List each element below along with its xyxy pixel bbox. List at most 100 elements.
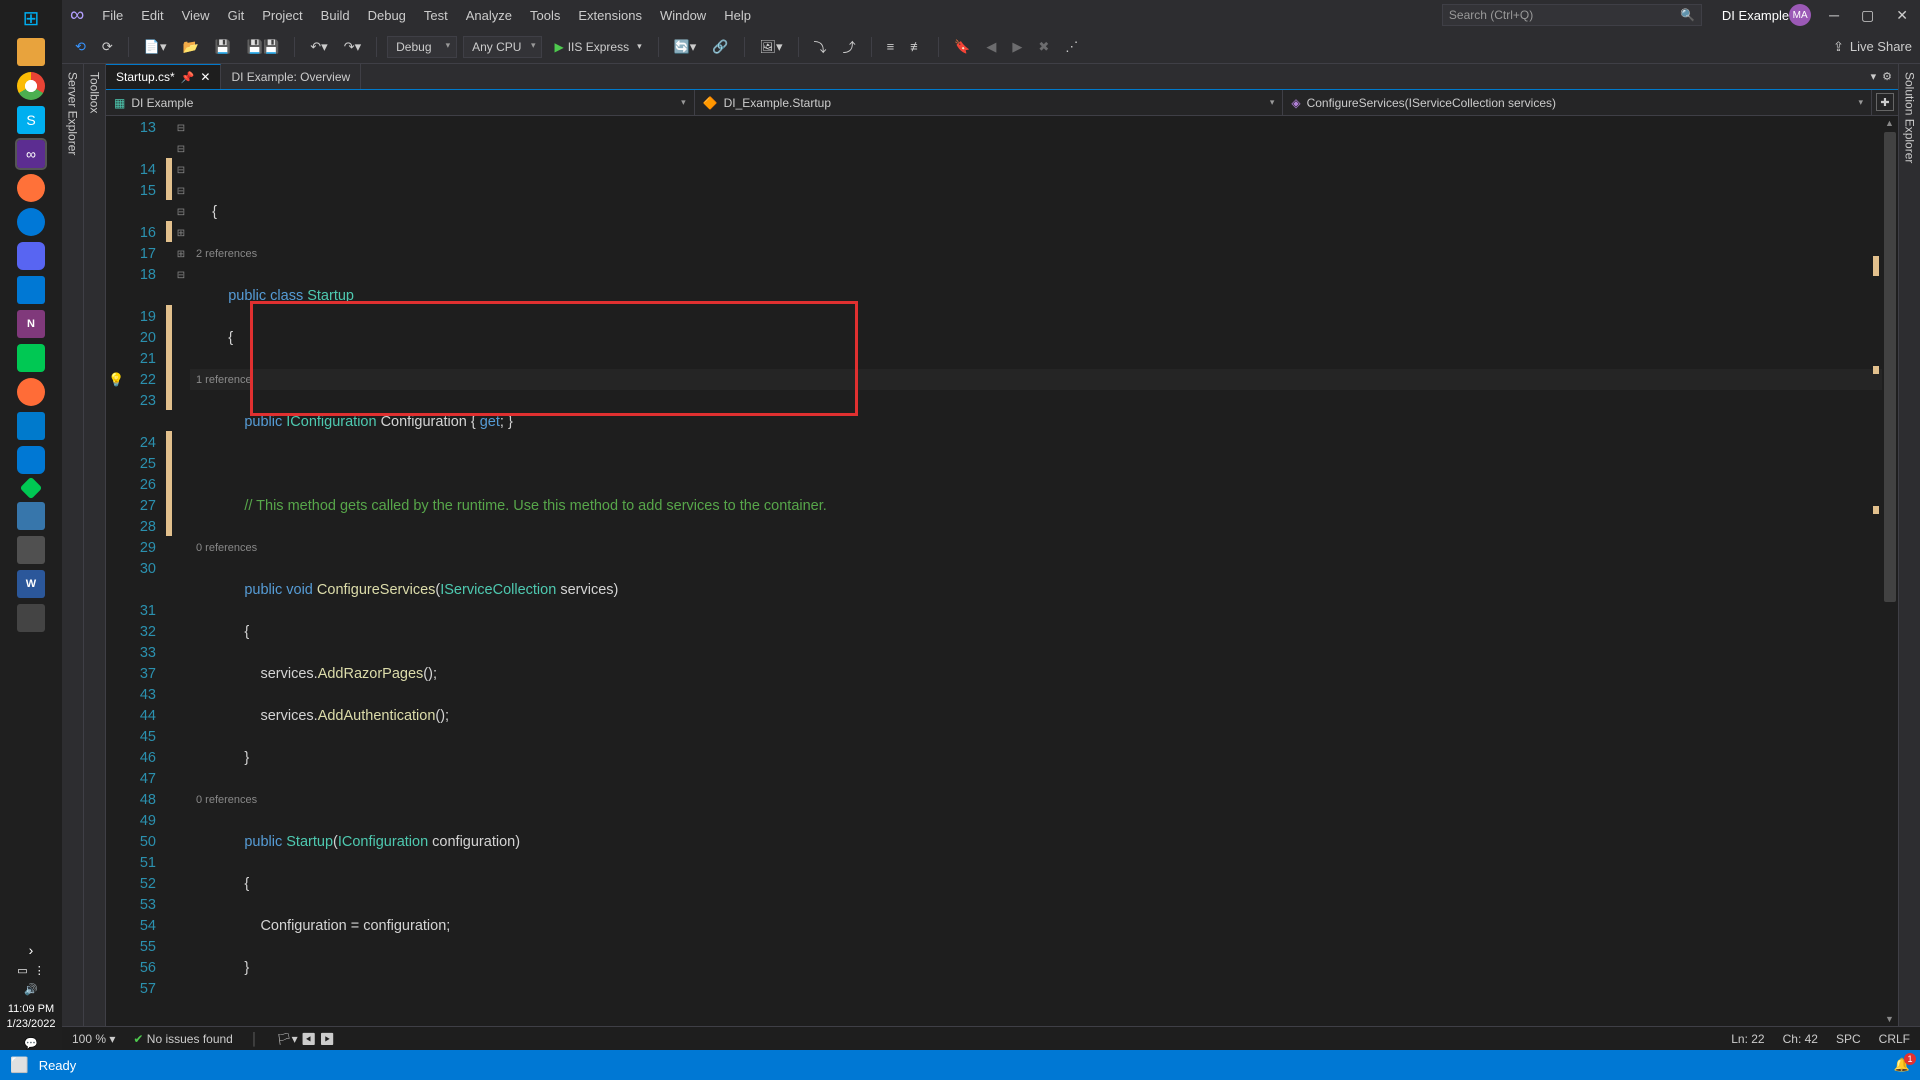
tab-startup-cs[interactable]: Startup.cs*📌✕ — [106, 64, 221, 89]
run-button[interactable]: ▶IIS Express▾ — [548, 37, 647, 57]
close-button[interactable]: ✕ — [1892, 7, 1912, 24]
menu-edit[interactable]: Edit — [133, 4, 171, 27]
pycharm-icon[interactable] — [17, 502, 45, 530]
postman-icon[interactable] — [17, 378, 45, 406]
member-selector[interactable]: ◈ConfigureServices(IServiceCollection se… — [1283, 90, 1872, 115]
menu-build[interactable]: Build — [313, 4, 358, 27]
menu-project[interactable]: Project — [254, 4, 310, 27]
save-button[interactable]: 💾 — [210, 36, 236, 58]
undo-button[interactable]: ↶▾ — [305, 36, 332, 58]
solution-explorer-tab[interactable]: Solution Explorer — [1898, 64, 1920, 1026]
status-search-icon[interactable]: ⬜ — [10, 1056, 29, 1074]
battery-icon[interactable]: ▭ — [17, 964, 27, 977]
wifi-icon[interactable]: ⋮ — [34, 964, 45, 977]
minimize-button[interactable]: ─ — [1825, 7, 1843, 23]
forward-button[interactable]: ⟳ — [97, 36, 118, 58]
azure-icon[interactable] — [17, 276, 45, 304]
bookmark-button[interactable]: 🔖 — [949, 36, 975, 58]
search-input[interactable]: Search (Ctrl+Q)🔍 — [1442, 4, 1702, 26]
clear-bookmark-button[interactable]: ✖ — [1033, 36, 1054, 58]
codelens-references[interactable]: 2 references — [190, 244, 1898, 265]
toolbox-tab[interactable]: Toolbox — [84, 64, 106, 1026]
line-ending[interactable]: CRLF — [1879, 1032, 1910, 1046]
volume-icon[interactable]: 🔊 — [24, 983, 38, 996]
configuration-selector[interactable]: Debug — [387, 36, 457, 58]
clock[interactable]: 11:09 PM1/23/2022 — [7, 1002, 56, 1031]
editor-status-bar: 100 % ▾ ✔ No issues found │ 🏳▾ ◀ ▶ Ln: 2… — [62, 1026, 1920, 1050]
terminal-icon[interactable] — [17, 604, 45, 632]
fold-column[interactable]: ⊟⊟⊟⊟⊟⊞⊞⊟ — [172, 116, 190, 1026]
cloud-icon[interactable] — [17, 536, 45, 564]
tab-overview[interactable]: DI Example: Overview — [221, 64, 361, 89]
back-button[interactable]: ⟲ — [70, 36, 91, 58]
uncomment-button[interactable]: ≢ — [905, 36, 928, 57]
split-editor-button[interactable]: ✚ — [1876, 93, 1894, 111]
lightbulb-icon[interactable]: 💡 — [108, 369, 124, 390]
prev-bookmark-button[interactable]: ◀ — [981, 36, 1001, 58]
onenote-icon[interactable]: N — [17, 310, 45, 338]
menu-test[interactable]: Test — [416, 4, 456, 27]
visual-studio-icon[interactable]: ∞ — [17, 140, 45, 168]
notifications-bell-icon[interactable]: 🔔 — [1894, 1057, 1910, 1073]
platform-selector[interactable]: Any CPU — [463, 36, 542, 58]
save-all-button[interactable]: 💾💾 — [242, 36, 284, 58]
diamond-app-icon[interactable] — [20, 477, 43, 500]
step-over-button[interactable]: ⤴ — [838, 34, 861, 59]
tab-overflow-icon[interactable]: ▾ — [1871, 70, 1877, 83]
menu-debug[interactable]: Debug — [360, 4, 414, 27]
menu-git[interactable]: Git — [220, 4, 253, 27]
menu-view[interactable]: View — [174, 4, 218, 27]
expand-tray-icon[interactable]: › — [29, 942, 34, 958]
menu-file[interactable]: File — [94, 4, 131, 27]
firefox-icon[interactable] — [17, 174, 45, 202]
red-highlight-annotation — [250, 301, 858, 416]
menu-extensions[interactable]: Extensions — [570, 4, 650, 27]
maximize-button[interactable]: ▢ — [1857, 7, 1878, 24]
explorer-icon[interactable] — [17, 38, 45, 66]
server-explorer-tab[interactable]: Server Explorer — [62, 64, 84, 1026]
open-button[interactable]: 📂 — [178, 36, 204, 58]
menu-analyze[interactable]: Analyze — [458, 4, 520, 27]
notifications-icon[interactable]: 💬 — [24, 1037, 38, 1050]
skype-icon[interactable]: S — [17, 106, 45, 134]
close-tab-icon[interactable]: ✕ — [200, 70, 210, 84]
overflow-button[interactable]: ⋰ — [1060, 36, 1083, 58]
menu-help[interactable]: Help — [716, 4, 759, 27]
comment-button[interactable]: ≡ — [882, 36, 900, 57]
vscode-icon[interactable] — [17, 412, 45, 440]
messages-icon[interactable] — [17, 446, 45, 474]
redo-button[interactable]: ↷▾ — [339, 36, 366, 58]
error-nav[interactable]: 🏳▾ ◀ ▶ — [276, 1032, 334, 1046]
indent-mode[interactable]: SPC — [1836, 1032, 1861, 1046]
code-editor[interactable]: 13 1415 161718 1920212223 24252627282930… — [106, 116, 1898, 1026]
navigation-bar: ▦DI Example 🔶DI_Example.Startup ◈Configu… — [106, 90, 1898, 116]
tab-settings-icon[interactable]: ⚙ — [1882, 70, 1892, 83]
step-into-button[interactable]: ⤵ — [809, 34, 832, 59]
menu-tools[interactable]: Tools — [522, 4, 568, 27]
word-icon[interactable]: W — [17, 570, 45, 598]
pin-icon[interactable]: 📌 — [181, 71, 195, 84]
issues-status[interactable]: ✔ No issues found — [133, 1032, 232, 1046]
browser-link-button[interactable]: 🔗 — [707, 36, 733, 58]
zoom-level[interactable]: 100 % ▾ — [72, 1032, 115, 1046]
green-app-icon[interactable] — [17, 344, 45, 372]
share-icon: ⇪ — [1833, 39, 1844, 55]
new-item-button[interactable]: 📄▾ — [139, 36, 172, 58]
refresh-button[interactable]: 🔄▾ — [669, 36, 702, 58]
vertical-scrollbar[interactable]: ▲ ▼ — [1882, 116, 1898, 1026]
codelens-references[interactable]: 0 references — [190, 790, 1898, 811]
project-selector[interactable]: ▦DI Example — [106, 90, 695, 115]
image-button[interactable]: 🖼▾ — [755, 36, 788, 58]
menu-window[interactable]: Window — [652, 4, 714, 27]
edge-icon[interactable] — [17, 208, 45, 236]
chrome-icon[interactable] — [17, 72, 45, 100]
codelens-references[interactable]: 1 reference — [190, 370, 1898, 391]
discord-icon[interactable] — [17, 242, 45, 270]
user-avatar[interactable]: MA — [1789, 4, 1811, 26]
class-selector[interactable]: 🔶DI_Example.Startup — [695, 90, 1284, 115]
code-content[interactable]: 💡 { 2 references public class Startup { … — [190, 116, 1898, 1026]
next-bookmark-button[interactable]: ▶ — [1007, 36, 1027, 58]
live-share-button[interactable]: ⇪Live Share — [1833, 39, 1912, 55]
start-button[interactable]: ⊞ — [17, 4, 45, 32]
codelens-references[interactable]: 0 references — [190, 538, 1898, 559]
